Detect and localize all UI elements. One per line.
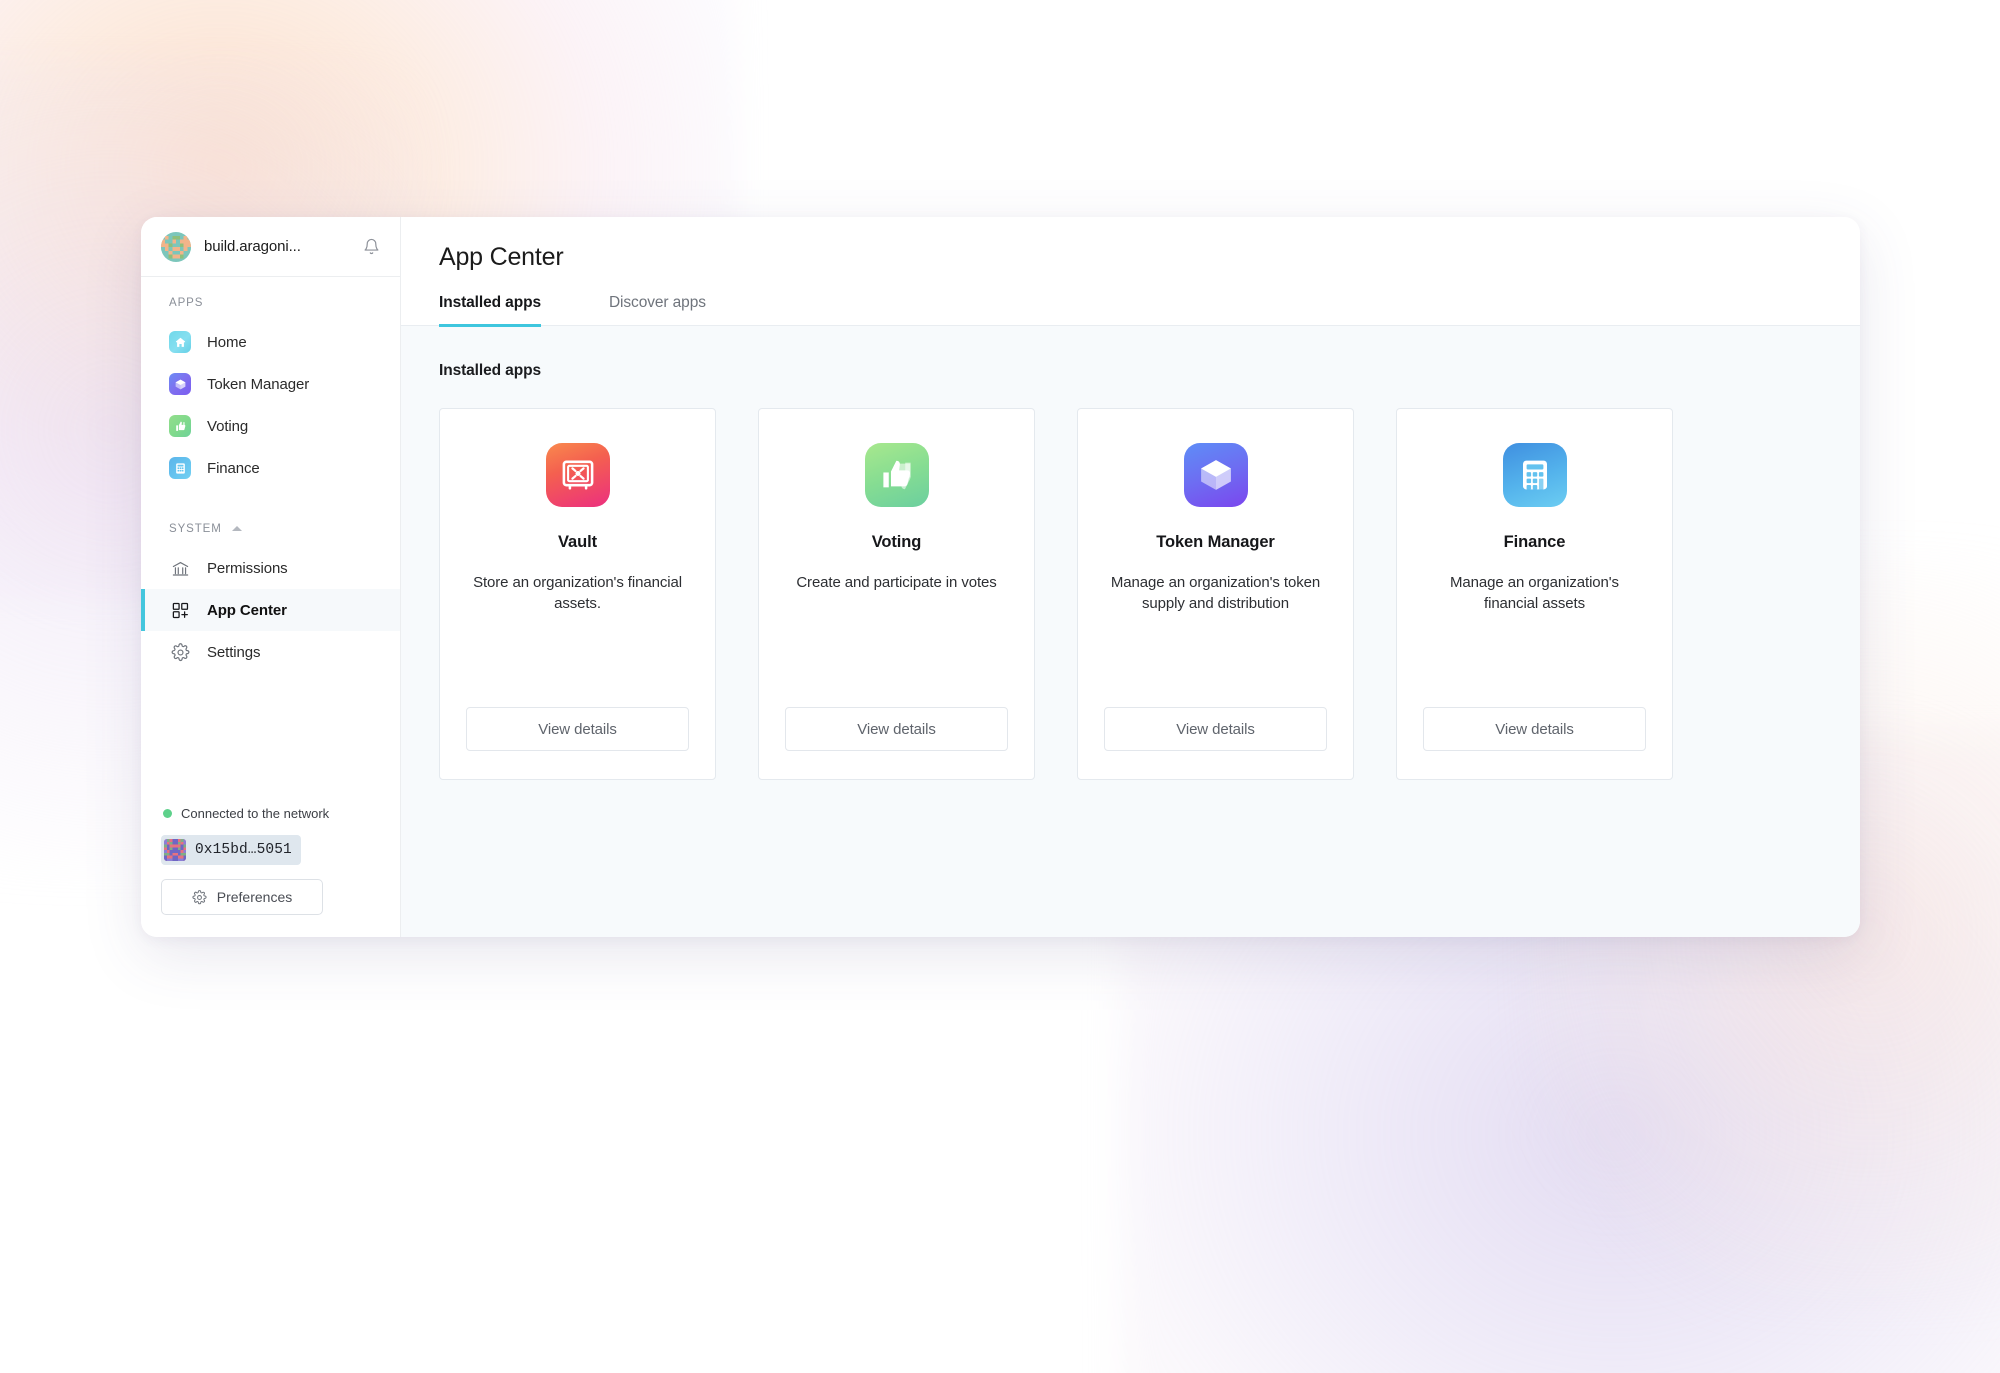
bell-icon[interactable] [360,236,382,258]
sidebar-item-label: Home [207,334,247,351]
view-details-button[interactable]: View details [466,707,689,751]
app-card-description: Manage an organization's financial asset… [1423,572,1646,615]
sidebar-section-system-text: SYSTEM [169,523,222,535]
sidebar: build.aragoni... APPS Ho [141,217,401,937]
main-body: Installed apps Vault Store an [401,326,1860,937]
sidebar-item-label: App Center [207,602,287,619]
main-content: App Center Installed apps Discover apps … [401,217,1860,937]
sidebar-item-label: Settings [207,644,260,661]
section-title-installed-apps: Installed apps [439,362,1822,380]
main-header: App Center Installed apps Discover apps [401,217,1860,326]
sidebar-item-label: Voting [207,418,248,435]
app-card-name: Finance [1504,533,1566,552]
status-dot-icon [163,809,172,818]
account-address-badge[interactable]: 0x15bd…5051 [161,835,301,865]
gear-icon [169,641,191,663]
token-manager-app-icon [169,373,191,395]
network-status-label: Connected to the network [181,806,329,821]
app-card-description: Store an organization's financial assets… [466,572,689,615]
app-card-name: Vault [558,533,597,552]
account-address-text: 0x15bd…5051 [195,842,292,858]
preferences-label: Preferences [217,889,292,905]
app-card[interactable]: Voting Create and participate in votes V… [758,408,1035,780]
network-status: Connected to the network [161,806,380,821]
bank-icon [169,557,191,579]
view-details-button[interactable]: View details [1104,707,1327,751]
cube-icon [1184,443,1248,507]
tab-installed-apps[interactable]: Installed apps [439,294,541,327]
app-card-name: Token Manager [1156,533,1275,552]
app-card-description: Manage an organization's token supply an… [1104,572,1327,615]
home-app-icon [169,331,191,353]
sidebar-section-system-label[interactable]: SYSTEM [141,523,400,535]
sidebar-item-label: Permissions [207,560,288,577]
organization-avatar [161,232,191,262]
vault-safe-icon [546,443,610,507]
sidebar-item-app-center[interactable]: App Center [141,589,400,631]
tab-bar: Installed apps Discover apps [439,294,1822,325]
sidebar-section-apps-label: APPS [141,297,400,309]
view-details-button[interactable]: View details [1423,707,1646,751]
page-title: App Center [439,243,1822,272]
app-card[interactable]: Finance Manage an organization's financi… [1396,408,1673,780]
sidebar-item-label: Finance [207,460,260,477]
sidebar-item-label: Token Manager [207,376,309,393]
app-card[interactable]: Vault Store an organization's financial … [439,408,716,780]
account-identicon [164,839,186,861]
sidebar-item-voting[interactable]: Voting [141,405,400,447]
chevron-up-icon [232,526,242,531]
sidebar-item-permissions[interactable]: Permissions [141,547,400,589]
calculator-icon [1503,443,1567,507]
installed-apps-grid: Vault Store an organization's financial … [439,408,1822,780]
app-card-name: Voting [872,533,922,552]
app-window: build.aragoni... APPS Ho [141,217,1860,937]
sidebar-item-home[interactable]: Home [141,321,400,363]
app-card[interactable]: Token Manager Manage an organization's t… [1077,408,1354,780]
organization-name: build.aragoni... [204,238,347,255]
sidebar-item-settings[interactable]: Settings [141,631,400,673]
sidebar-navigation: APPS Home [141,277,400,806]
tab-discover-apps[interactable]: Discover apps [609,294,706,327]
organization-header[interactable]: build.aragoni... [141,217,400,277]
gear-icon [192,890,207,905]
thumbs-vote-icon [865,443,929,507]
preferences-button[interactable]: Preferences [161,879,323,915]
app-card-description: Create and participate in votes [796,572,996,593]
finance-app-icon [169,457,191,479]
app-grid-icon [169,599,191,621]
voting-app-icon [169,415,191,437]
sidebar-item-finance[interactable]: Finance [141,447,400,489]
sidebar-item-token-manager[interactable]: Token Manager [141,363,400,405]
sidebar-footer: Connected to the network [141,806,400,937]
view-details-button[interactable]: View details [785,707,1008,751]
